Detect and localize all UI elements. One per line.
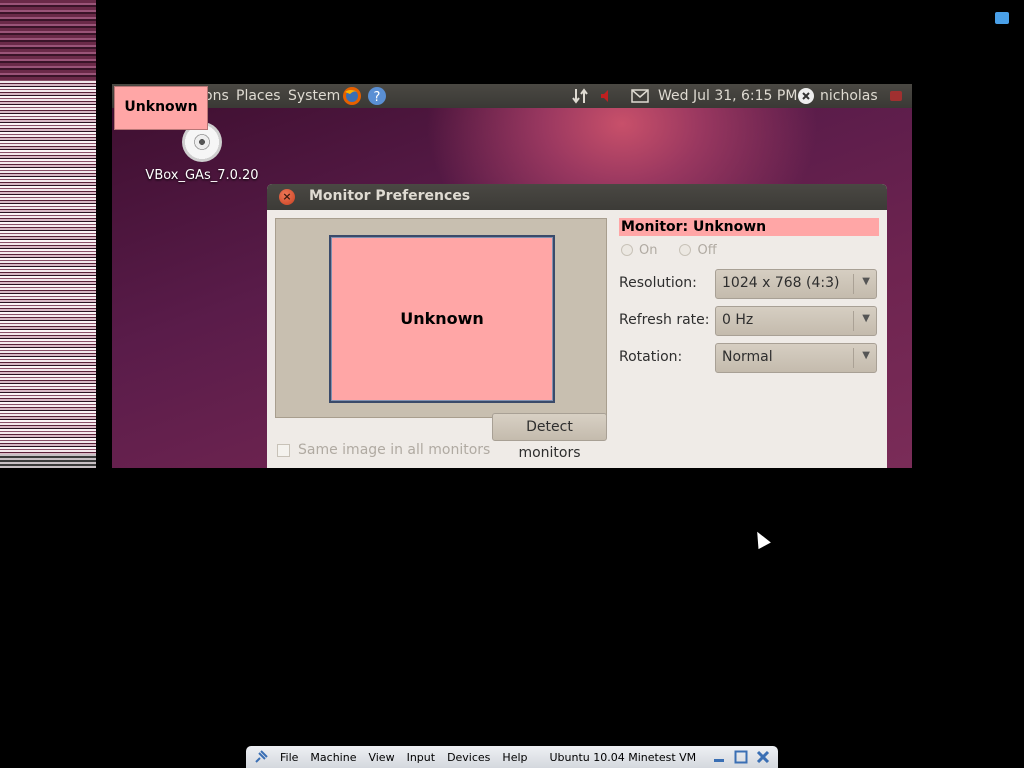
dialog-titlebar[interactable]: × Monitor Preferences bbox=[267, 184, 887, 210]
dialog-title: Monitor Preferences bbox=[309, 188, 471, 204]
refresh-rate-label: Refresh rate: bbox=[619, 312, 710, 328]
detect-monitors-button[interactable]: Detect monitors bbox=[492, 413, 607, 461]
combo-separator bbox=[853, 274, 854, 294]
vbox-menu-machine[interactable]: Machine bbox=[310, 751, 356, 764]
desktop-icon-label: VBox_GAs_7.0.20 bbox=[145, 168, 259, 183]
off-label: Off bbox=[697, 242, 717, 258]
places-menu[interactable]: Places bbox=[236, 88, 281, 104]
chevron-down-icon: ▼ bbox=[862, 350, 870, 361]
glitch-bottom bbox=[0, 454, 96, 468]
resolution-label: Resolution: bbox=[619, 275, 697, 291]
user-status-icon[interactable] bbox=[796, 86, 816, 106]
restore-icon[interactable] bbox=[734, 750, 748, 764]
combo-separator bbox=[853, 348, 854, 368]
volume-icon[interactable] bbox=[596, 86, 616, 106]
shutdown-icon[interactable] bbox=[886, 86, 906, 106]
firefox-icon[interactable] bbox=[342, 86, 362, 106]
resolution-row: Resolution: 1024 x 768 (4:3) ▼ bbox=[619, 269, 879, 299]
vbox-menu-devices[interactable]: Devices bbox=[447, 751, 490, 764]
same-image-label: Same image in all monitors bbox=[298, 442, 491, 458]
user-name[interactable]: nicholas bbox=[820, 88, 878, 104]
rotation-value: Normal bbox=[722, 349, 773, 365]
unknown-monitor-overlay-label: Unknown bbox=[114, 86, 208, 130]
top-panel: ons Places System ? Wed Jul 31, 6:15 PM … bbox=[112, 84, 912, 108]
monitor-preview[interactable]: Unknown bbox=[329, 235, 555, 403]
rotation-dropdown[interactable]: Normal ▼ bbox=[715, 343, 877, 373]
rotation-label: Rotation: bbox=[619, 349, 683, 365]
minimize-icon[interactable] bbox=[712, 750, 726, 764]
close-icon[interactable]: × bbox=[279, 189, 295, 205]
vbox-menu-help[interactable]: Help bbox=[502, 751, 527, 764]
vm-name: Ubuntu 10.04 Minetest VM bbox=[549, 750, 697, 764]
mouse-cursor bbox=[751, 528, 771, 550]
glitch-top bbox=[0, 0, 96, 80]
refresh-rate-value: 0 Hz bbox=[722, 312, 754, 328]
monitor-layout-area: Unknown bbox=[275, 218, 607, 418]
monitor-preview-label: Unknown bbox=[400, 309, 484, 328]
chevron-down-icon: ▼ bbox=[862, 276, 870, 287]
desktop-icon-vbox-gas[interactable]: VBox_GAs_7.0.20 bbox=[142, 122, 262, 183]
clock[interactable]: Wed Jul 31, 6:15 PM bbox=[658, 88, 797, 104]
help-icon[interactable]: ? bbox=[367, 86, 387, 106]
on-radio[interactable] bbox=[621, 244, 633, 256]
vbox-menu-view[interactable]: View bbox=[368, 751, 394, 764]
same-image-option[interactable]: Same image in all monitors bbox=[277, 442, 490, 458]
chevron-down-icon: ▼ bbox=[862, 313, 870, 324]
same-image-checkbox[interactable] bbox=[277, 443, 290, 457]
virtualbox-minibar: File Machine View Input Devices Help Ubu… bbox=[246, 746, 778, 768]
system-menu[interactable]: System bbox=[288, 88, 340, 104]
off-radio[interactable] bbox=[679, 244, 692, 256]
combo-separator bbox=[853, 311, 854, 331]
pin-icon[interactable] bbox=[254, 750, 268, 764]
resolution-value: 1024 x 768 (4:3) bbox=[722, 275, 840, 291]
vbox-menu-file[interactable]: File bbox=[280, 751, 298, 764]
monitor-settings: Monitor: Unknown On Off Resolution: 1024… bbox=[619, 218, 879, 373]
glitched-screen-region bbox=[0, 0, 96, 468]
refresh-rate-dropdown[interactable]: 0 Hz ▼ bbox=[715, 306, 877, 336]
svg-text:?: ? bbox=[374, 90, 381, 105]
vbox-menu-input[interactable]: Input bbox=[407, 751, 435, 764]
mail-icon[interactable] bbox=[630, 86, 650, 106]
network-icon[interactable] bbox=[570, 86, 590, 106]
close-vm-icon[interactable] bbox=[756, 750, 770, 764]
refresh-rate-row: Refresh rate: 0 Hz ▼ bbox=[619, 306, 879, 336]
on-label: On bbox=[639, 242, 658, 258]
monitor-preferences-dialog: × Monitor Preferences Unknown Same image… bbox=[267, 184, 887, 468]
vm-screen: ons Places System ? Wed Jul 31, 6:15 PM … bbox=[112, 84, 912, 468]
host-chat-icon[interactable] bbox=[995, 12, 1009, 24]
power-options: On Off bbox=[619, 242, 879, 258]
monitor-name-label: Monitor: Unknown bbox=[619, 218, 879, 236]
resolution-dropdown[interactable]: 1024 x 768 (4:3) ▼ bbox=[715, 269, 877, 299]
rotation-row: Rotation: Normal ▼ bbox=[619, 343, 879, 373]
